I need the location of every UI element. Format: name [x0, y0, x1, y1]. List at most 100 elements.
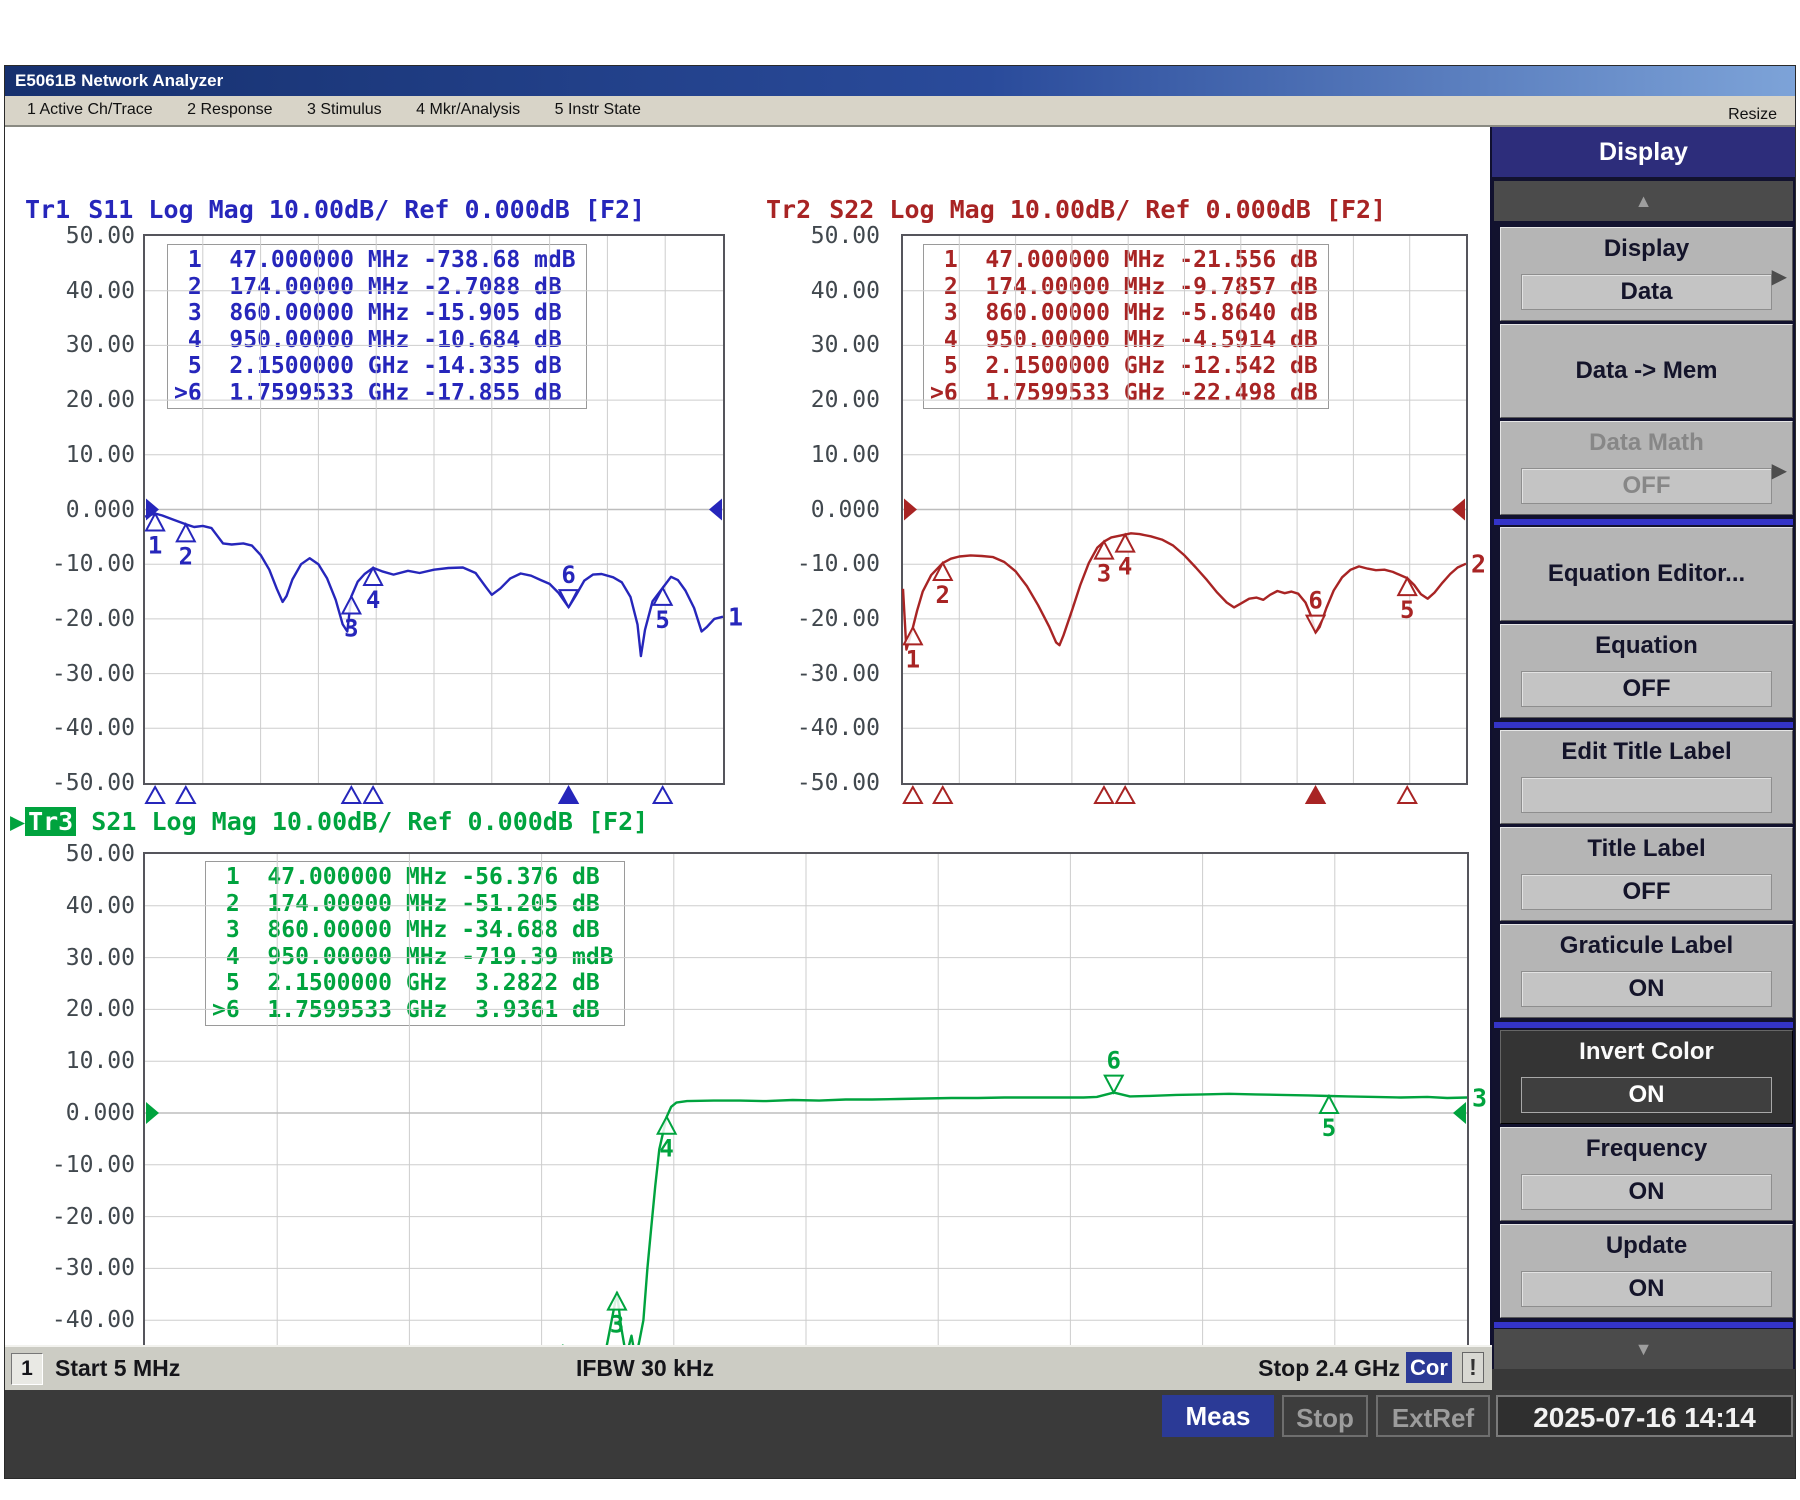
trace-format-text: S11 Log Mag 10.00dB/ Ref 0.000dB [F2]	[73, 195, 645, 224]
ref-level-right-arrow-icon	[1452, 499, 1465, 521]
softkey-separator	[1494, 519, 1793, 525]
y-tick-label: 0.000	[768, 497, 880, 523]
tr1-header: Tr1 S11 Log Mag 10.00dB/ Ref 0.000dB [F2…	[22, 195, 645, 225]
scroll-up-icon: ▲	[1635, 191, 1653, 211]
meas-status-badge: Meas	[1162, 1395, 1274, 1437]
softkey-equation-editor[interactable]: Equation Editor...	[1500, 527, 1793, 621]
y-tick-label: -40.00	[768, 715, 880, 741]
marker-3-label: 3	[1097, 560, 1111, 588]
scroll-down-icon: ▼	[1635, 1339, 1653, 1359]
marker-4-symbol	[658, 1117, 676, 1134]
stimulus-marker-symbol	[654, 787, 672, 803]
y-tick-label: -10.00	[30, 1152, 135, 1178]
tr3-header: ▶Tr3 S21 Log Mag 10.00dB/ Ref 0.000dB [F…	[10, 807, 648, 837]
sweep-stop-badge: Stop	[1282, 1395, 1368, 1437]
submenu-arrow-icon: ▶	[1772, 264, 1787, 289]
tr2-plot: 1 47.000000 MHz -21.556 dB 2 174.00000 M…	[903, 236, 1466, 783]
tr2-header: Tr2 S22 Log Mag 10.00dB/ Ref 0.000dB [F2…	[763, 195, 1386, 225]
trace-name-badge[interactable]: Tr2	[763, 195, 814, 224]
marker-4-label: 4	[1118, 553, 1132, 581]
tr3-chart-svg: 34563	[145, 854, 1467, 1372]
marker-6-label: 6	[561, 561, 575, 589]
channel-number-box: 1	[11, 1353, 43, 1385]
stimulus-marker-symbol	[1398, 787, 1416, 803]
menu-resize[interactable]: Resize	[1720, 106, 1785, 124]
stimulus-marker-symbol	[177, 787, 195, 803]
softkey-display[interactable]: Display Data ▶	[1500, 227, 1793, 321]
y-tick-label: 20.00	[768, 387, 880, 413]
softkey-title-label[interactable]: Title Label OFF	[1500, 827, 1793, 921]
y-tick-label: 10.00	[30, 1048, 135, 1074]
softkey-frequency-value: ON	[1521, 1174, 1772, 1210]
marker-3-symbol	[342, 597, 360, 614]
softkey-update-value: ON	[1521, 1271, 1772, 1307]
trace-end-number: 3	[1472, 1083, 1487, 1112]
marker-6-label: 6	[1308, 587, 1322, 615]
softkey-frequency[interactable]: Frequency ON	[1500, 1127, 1793, 1221]
softkey-edit-title-label[interactable]: Edit Title Label	[1500, 730, 1793, 824]
menu-stimulus[interactable]: 3 Stimulus	[299, 101, 390, 119]
softkey-equation-value: OFF	[1521, 671, 1772, 707]
marker-2-label: 2	[179, 542, 193, 570]
start-frequency-label: Start 5 MHz	[55, 1355, 180, 1382]
softkey-update[interactable]: Update ON	[1500, 1224, 1793, 1318]
y-tick-label: -50.00	[30, 770, 135, 796]
stimulus-marker-symbol	[364, 787, 382, 803]
ref-level-right-arrow-icon	[1453, 1102, 1466, 1124]
menu-response[interactable]: 2 Response	[179, 101, 280, 119]
tr3-plot: 1 47.000000 MHz -56.376 dB 2 174.00000 M…	[145, 854, 1467, 1372]
marker-6-label: 6	[1107, 1047, 1121, 1075]
stimulus-marker-symbol	[1116, 787, 1134, 803]
stimulus-marker-symbol	[1095, 787, 1113, 803]
tr1-chart-svg: 1234561	[145, 236, 723, 783]
y-tick-label: 40.00	[30, 893, 135, 919]
marker-5-label: 5	[1322, 1114, 1336, 1142]
softkey-scroll-up[interactable]: ▲	[1494, 181, 1793, 221]
stimulus-marker-symbol	[560, 787, 578, 803]
submenu-arrow-icon: ▶	[1772, 458, 1787, 483]
y-tick-label: 30.00	[30, 945, 135, 971]
trace-format-text: S22 Log Mag 10.00dB/ Ref 0.000dB [F2]	[814, 195, 1386, 224]
menu-instr-state[interactable]: 5 Instr State	[547, 101, 649, 119]
y-tick-label: 40.00	[768, 278, 880, 304]
softkey-data-to-mem[interactable]: Data -> Mem	[1500, 324, 1793, 418]
marker-4-label: 4	[659, 1135, 673, 1163]
menu-active-ch-trace[interactable]: 1 Active Ch/Trace	[19, 101, 161, 119]
measurement-screen: Tr1 S11 Log Mag 10.00dB/ Ref 0.000dB [F2…	[5, 127, 1492, 1345]
softkey-scroll-down[interactable]: ▼	[1494, 1329, 1793, 1369]
y-tick-label: 30.00	[768, 332, 880, 358]
active-trace-arrow-icon: ▶	[10, 807, 25, 836]
trace-name-badge[interactable]: Tr3	[25, 807, 76, 836]
y-tick-label: -30.00	[768, 661, 880, 687]
trace-name-badge[interactable]: Tr1	[22, 195, 73, 224]
menu-mkr-analysis[interactable]: 4 Mkr/Analysis	[408, 101, 528, 119]
softkey-invert-color[interactable]: Invert Color ON	[1500, 1030, 1793, 1124]
softkey-equation[interactable]: Equation OFF	[1500, 624, 1793, 718]
window-title: E5061B Network Analyzer	[15, 71, 223, 90]
correction-status-badge: Cor	[1406, 1352, 1452, 1383]
trace-end-number: 2	[1471, 550, 1486, 579]
softkey-graticule-label[interactable]: Graticule Label ON	[1500, 924, 1793, 1018]
marker-5-symbol	[1398, 578, 1416, 595]
marker-4-label: 4	[366, 586, 380, 614]
y-tick-label: -40.00	[30, 1307, 135, 1333]
tr2-chart-svg: 1234562	[903, 236, 1466, 783]
softkey-graticule-value: ON	[1521, 971, 1772, 1007]
marker-3-symbol	[1095, 542, 1113, 559]
y-tick-label: -30.00	[30, 661, 135, 687]
marker-2-symbol	[934, 563, 952, 580]
y-tick-label: -20.00	[30, 1204, 135, 1230]
instrument-status-bar: Meas Stop ExtRef 2025-07-16 14:14	[5, 1390, 1795, 1478]
window-titlebar[interactable]: E5061B Network Analyzer	[5, 66, 1795, 96]
extref-badge: ExtRef	[1376, 1395, 1490, 1437]
tr1-y-axis-labels: 50.0040.0030.0020.0010.000.000-10.00-20.…	[30, 236, 135, 783]
y-tick-label: -40.00	[30, 715, 135, 741]
marker-1-label: 1	[906, 645, 920, 673]
y-tick-label: 30.00	[30, 332, 135, 358]
marker-2-label: 2	[936, 581, 950, 609]
analyzer-window: E5061B Network Analyzer 1 Active Ch/Trac…	[5, 66, 1795, 1478]
sidebar-filler	[1492, 1369, 1795, 1390]
softkey-sidebar: Display ▲ Display Data ▶ Data -> Mem Dat…	[1492, 127, 1795, 1390]
y-tick-label: -50.00	[768, 770, 880, 796]
ref-level-right-arrow-icon	[709, 499, 722, 521]
